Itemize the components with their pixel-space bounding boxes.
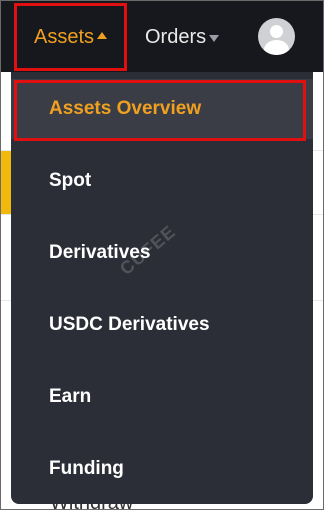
nav-assets-menu[interactable]: Assets [14,3,127,71]
assets-dropdown: Assets Overview Spot Derivatives USDC De… [11,72,313,504]
nav-assets-label: Assets [33,25,95,48]
menu-item-derivatives[interactable]: Derivatives [11,223,313,283]
menu-item-usdc-derivatives[interactable]: USDC Derivatives [11,295,313,355]
caret-down-icon [209,34,220,42]
top-navbar: Assets Orders [0,0,324,72]
menu-item-label: Derivatives [49,242,151,263]
menu-item-earn[interactable]: Earn [11,367,313,427]
nav-orders-menu[interactable]: Orders [145,3,220,71]
menu-item-label: Earn [49,386,92,407]
menu-item-label: Funding [49,458,124,479]
caret-up-icon [97,31,108,39]
menu-item-assets-overview[interactable]: Assets Overview [11,79,313,139]
menu-item-funding[interactable]: Funding [11,439,313,499]
menu-item-spot[interactable]: Spot [11,151,313,211]
menu-item-label: Spot [49,170,92,191]
menu-item-label: USDC Derivatives [49,314,210,335]
avatar[interactable] [258,18,295,55]
menu-item-label: Assets Overview [49,98,202,119]
nav-orders-label: Orders [145,25,207,48]
user-body-icon [264,40,289,55]
user-head-icon [270,25,283,38]
